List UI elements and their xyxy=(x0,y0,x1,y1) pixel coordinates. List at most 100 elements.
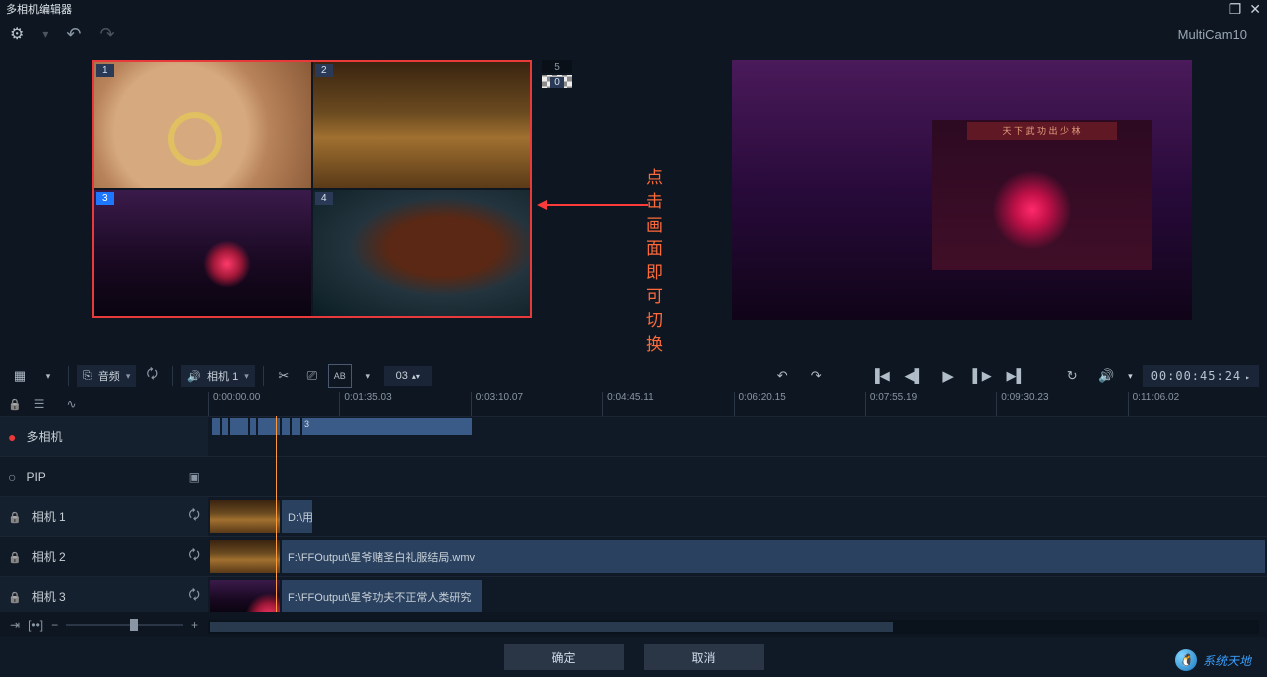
lock-icon[interactable] xyxy=(8,510,22,524)
camera-grid: 1 2 3 4 xyxy=(92,60,532,318)
close-icon[interactable]: ✕ xyxy=(1249,1,1261,18)
preview-monitor[interactable]: 天 下 武 功 出 少 林 xyxy=(732,60,1192,320)
play-icon[interactable]: ▶ xyxy=(936,364,960,388)
track-body-multicam[interactable]: 3 xyxy=(208,417,1267,456)
speaker-icon: 🔊 xyxy=(187,370,201,383)
multicam-segment[interactable] xyxy=(250,418,256,435)
go-end-icon[interactable]: ▶▌ xyxy=(1004,364,1028,388)
clip-thumb[interactable] xyxy=(210,540,280,573)
title-bar: 多相机编辑器 ❐ ✕ xyxy=(0,0,1267,18)
multicam-segment[interactable] xyxy=(212,418,220,435)
cut-mode-icon[interactable]: ⎚ xyxy=(300,364,324,388)
volume-icon[interactable]: 🔊 xyxy=(1094,364,1118,388)
camera-thumb-1 xyxy=(94,62,311,188)
side-slot-bottom[interactable]: 0 xyxy=(542,75,572,88)
timecode-display[interactable]: 00:00:45:24 xyxy=(1143,365,1259,387)
lock-icon[interactable] xyxy=(8,590,22,604)
grid-layout-dropdown-icon[interactable]: ▾ xyxy=(36,364,60,388)
go-start-icon[interactable]: ▐◀ xyxy=(868,364,892,388)
multicam-segment[interactable] xyxy=(282,418,290,435)
tracks-container: 多相机 3 PIP 相机 1 xyxy=(0,416,1267,612)
camera-thumb-4 xyxy=(313,190,530,316)
track-body-cam3[interactable]: F:\FFOutput\星爷功夫不正常人类研究 xyxy=(208,577,1267,612)
count-box[interactable]: 03 ▴▾ xyxy=(384,366,432,386)
speaker-dropdown-label: 相机 1 xyxy=(207,368,238,384)
frame-back-icon[interactable]: ◀▌ xyxy=(902,364,926,388)
track-head-cam2[interactable]: 相机 2 xyxy=(0,537,208,576)
loop-icon[interactable]: ↻ xyxy=(1060,364,1084,388)
multicam-segment[interactable] xyxy=(292,418,300,435)
multicam-segment[interactable] xyxy=(230,418,248,435)
multicam-segment[interactable] xyxy=(222,418,228,435)
zoom-in-icon[interactable]: + xyxy=(191,618,198,632)
text-box-icon[interactable]: AB xyxy=(328,364,352,388)
ok-button[interactable]: 确定 xyxy=(504,644,624,670)
scissors-icon[interactable]: ✂ xyxy=(272,364,296,388)
camera-badge: 2 xyxy=(315,64,333,77)
ruler-tick: 0:09:30.23 xyxy=(996,392,1127,416)
fit-icon[interactable]: ⇥ xyxy=(10,618,20,632)
watermark-text: 系统天地 xyxy=(1203,652,1251,669)
scrollbar-thumb[interactable] xyxy=(210,622,893,632)
multicam-segment-3[interactable]: 3 xyxy=(302,418,472,435)
annotation-arrow-icon xyxy=(540,204,648,206)
camera-cell-2[interactable]: 2 xyxy=(313,62,530,188)
history-back-icon[interactable]: ↶ xyxy=(770,364,794,388)
camera-cell-3[interactable]: 3 xyxy=(94,190,311,316)
frame-fwd-icon[interactable]: ▌▶ xyxy=(970,364,994,388)
camera-cell-1[interactable]: 1 xyxy=(94,62,311,188)
textbox-dropdown-icon[interactable]: ▾ xyxy=(356,364,380,388)
waveform-icon[interactable]: ∿ xyxy=(66,397,76,411)
zoom-slider[interactable] xyxy=(66,624,183,626)
grid-layout-icon[interactable]: ▦ xyxy=(8,364,32,388)
track-tool-icon[interactable]: ☰ xyxy=(34,397,45,411)
refresh-icon[interactable] xyxy=(140,364,164,388)
track-label: 相机 1 xyxy=(32,508,66,525)
sync-icon[interactable] xyxy=(188,586,200,608)
playback-controls: ↶ ↷ ▐◀ ◀▌ ▶ ▌▶ ▶▌ ↻ 🔊 ▾ 00:00:45:24 xyxy=(770,364,1259,388)
side-slot-top[interactable]: 5 xyxy=(542,60,572,73)
track-body-cam2[interactable]: F:\FFOutput\星爷赌圣白礼服结局.wmv xyxy=(208,537,1267,576)
track-cam1: 相机 1 D:\用 xyxy=(0,496,1267,536)
lock-icon[interactable] xyxy=(8,550,22,564)
pip-icon[interactable] xyxy=(189,470,200,484)
clip-cam3[interactable]: F:\FFOutput\星爷功夫不正常人类研究 xyxy=(282,580,482,612)
sync-icon[interactable] xyxy=(188,546,200,568)
sync-icon[interactable] xyxy=(188,506,200,528)
timeline-area: ☰ ∿ 0:00:00.00 0:01:35.03 0:03:10.07 0:0… xyxy=(0,392,1267,642)
preview-sign: 天 下 武 功 出 少 林 xyxy=(967,122,1117,140)
gear-icon[interactable] xyxy=(10,24,24,44)
audio-dropdown-label: 音频 xyxy=(98,368,120,384)
track-head-cam3[interactable]: 相机 3 xyxy=(0,577,208,612)
clip-thumb[interactable] xyxy=(210,580,280,612)
clip-cam2[interactable]: F:\FFOutput\星爷赌圣白礼服结局.wmv xyxy=(282,540,1265,573)
clip-cam1[interactable]: D:\用 xyxy=(282,500,312,533)
camera-cell-4[interactable]: 4 xyxy=(313,190,530,316)
marker-range-icon[interactable]: [••] xyxy=(28,618,43,632)
camera-side-strip: 5 0 xyxy=(542,60,572,88)
zoom-out-icon[interactable]: − xyxy=(51,618,58,632)
undo-icon[interactable] xyxy=(66,24,81,45)
redo-icon[interactable] xyxy=(99,24,114,45)
speaker-source-dropdown[interactable]: 🔊 相机 1 xyxy=(181,365,254,387)
time-ruler[interactable]: 0:00:00.00 0:01:35.03 0:03:10.07 0:04:45… xyxy=(208,392,1259,416)
track-body-cam1[interactable]: D:\用 xyxy=(208,497,1267,536)
history-fwd-icon[interactable]: ↷ xyxy=(804,364,828,388)
track-head-multicam[interactable]: 多相机 xyxy=(0,417,208,456)
zoom-handle[interactable] xyxy=(130,619,138,631)
mid-control-bar: ▦ ▾ ⎘ 音频 🔊 相机 1 ✂ ⎚ AB ▾ 03 ▴▾ ↶ ↷ ▐◀ ◀▌… xyxy=(0,360,1267,392)
restore-icon[interactable]: ❐ xyxy=(1229,1,1242,18)
audio-source-dropdown[interactable]: ⎘ 音频 xyxy=(77,365,136,387)
cancel-button[interactable]: 取消 xyxy=(644,644,764,670)
timeline-scrollbar[interactable] xyxy=(208,620,1259,634)
volume-dropdown-icon[interactable]: ▾ xyxy=(1128,371,1133,382)
zoom-bar: ⇥ [••] − + xyxy=(0,612,208,638)
clip-thumb[interactable] xyxy=(210,500,280,533)
track-body-pip[interactable] xyxy=(208,457,1267,496)
track-head-pip[interactable]: PIP xyxy=(0,457,208,496)
track-head-cam1[interactable]: 相机 1 xyxy=(0,497,208,536)
lock-all-icon[interactable] xyxy=(8,397,22,411)
playhead[interactable] xyxy=(276,416,277,612)
track-label: 多相机 xyxy=(26,428,62,445)
annotation-text: 点击画面 即可切换 xyxy=(646,166,663,356)
